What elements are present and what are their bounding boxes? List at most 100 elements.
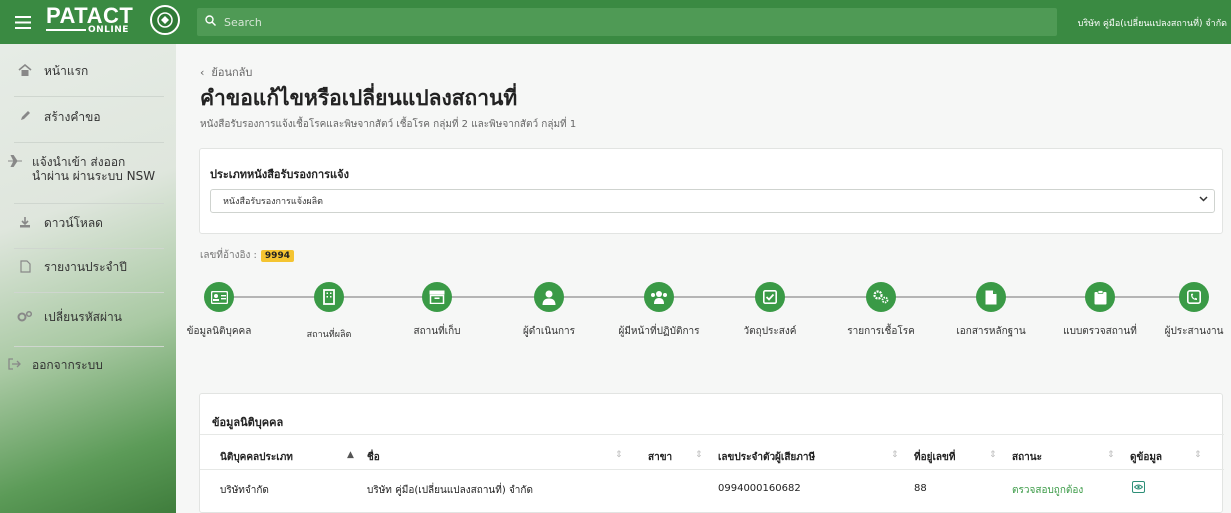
step-label: ผู้ประสานงาน — [1164, 326, 1224, 337]
page-subtitle: หนังสือรับรองการแจ้งเชื้อโรคและพิษจากสัต… — [200, 119, 577, 130]
cert-type-value: หนังสือรับรองการแจ้งผลิต — [223, 197, 323, 207]
column-header-address-no[interactable]: ที่อยู่เลขที่ — [914, 450, 955, 465]
step-label: วัตถุประสงค์ — [743, 326, 797, 337]
cell-type: บริษัทจำกัด — [220, 485, 269, 496]
column-header-view[interactable]: ดูข้อมูล — [1130, 450, 1162, 465]
chevron-left-icon: ‹ — [200, 66, 205, 79]
step-evidence-documents[interactable]: เอกสารหลักฐาน — [936, 282, 1046, 339]
sidebar-divider — [14, 346, 164, 347]
step-pathogen-list[interactable]: รายการเชื้อโรค — [826, 282, 936, 339]
sidebar-item-logout[interactable]: ออกจากระบบ — [0, 358, 176, 374]
step-storage-site[interactable]: สถานที่เก็บ — [382, 282, 492, 339]
sort-icon[interactable]: ⇕ — [891, 450, 899, 460]
search-bar[interactable] — [197, 8, 1057, 36]
entity-info-card: ข้อมูลนิติบุคคล นิติบุคคลประเภท ▲ ชื่อ ⇕… — [199, 393, 1224, 513]
step-coordinator[interactable]: ผู้ประสานงาน — [1139, 282, 1231, 339]
hamburger-menu-icon[interactable] — [0, 15, 46, 29]
logo-online-text: ONLINE — [88, 25, 129, 35]
search-icon — [205, 15, 216, 29]
department-seal-icon — [150, 5, 180, 35]
cert-type-select[interactable]: หนังสือรับรองการแจ้งผลิต — [210, 189, 1215, 213]
clipboard-icon — [1085, 282, 1115, 312]
column-header-type[interactable]: นิติบุคคลประเภท — [220, 450, 293, 465]
user-icon — [534, 282, 564, 312]
chevron-down-icon — [1199, 194, 1208, 206]
sidebar-item-annual-report[interactable]: รายงานประจำปี — [0, 260, 176, 277]
step-label: ข้อมูลนิติบุคคล — [186, 326, 252, 337]
reference-badge: 9994 — [260, 249, 294, 262]
row-divider — [200, 469, 1224, 470]
column-header-branch[interactable]: สาขา — [648, 450, 672, 465]
page-title: คำขอแก้ไขหรือเปลี่ยนแปลงสถานที่ — [200, 86, 518, 110]
step-entity-info[interactable]: ข้อมูลนิติบุคคล — [164, 282, 274, 339]
cell-tax-id: 0994000160682 — [718, 483, 801, 494]
column-header-tax-id[interactable]: เลขประจำตัวผู้เสียภาษี — [718, 450, 815, 465]
airplane-icon — [4, 154, 26, 171]
sidebar-item-label: สร้างคำขอ — [44, 110, 101, 124]
sidebar-divider — [14, 292, 164, 293]
cert-type-card: ประเภทหนังสือรับรองการแจ้ง หนังสือรับรอง… — [199, 148, 1223, 234]
logo-underline — [46, 29, 86, 31]
sidebar-divider — [14, 248, 164, 249]
sidebar-item-nsw[interactable]: แจ้งนำเข้า ส่งออก นำผ่าน ผ่านระบบ NSW — [0, 154, 176, 183]
step-label: สถานที่เก็บ — [413, 326, 461, 337]
sort-asc-icon[interactable]: ▲ — [347, 450, 354, 460]
step-label: ผู้ดำเนินการ — [522, 326, 576, 337]
id-card-icon — [204, 282, 234, 312]
step-label: รายการเชื้อโรค — [847, 326, 915, 337]
card-divider — [200, 434, 1224, 435]
sort-icon[interactable]: ⇕ — [695, 450, 703, 460]
sidebar-item-label: รายงานประจำปี — [44, 260, 127, 274]
step-responsible-persons[interactable]: ผู้มีหน้าที่ปฏิบัติการ — [604, 282, 714, 339]
step-label: ผู้มีหน้าที่ปฏิบัติการ — [618, 326, 700, 337]
sidebar-item-create-request[interactable]: สร้างคำขอ — [0, 110, 176, 126]
sidebar-item-label: หน้าแรก — [44, 64, 89, 78]
step-label: สถานที่ผลิต — [306, 330, 352, 340]
cell-status: ตรวจสอบถูกต้อง — [1012, 485, 1084, 496]
sign-out-icon — [4, 358, 26, 374]
step-objective[interactable]: วัตถุประสงค์ — [715, 282, 825, 339]
check-square-icon — [755, 282, 785, 312]
column-header-status[interactable]: สถานะ — [1012, 450, 1042, 465]
eye-icon[interactable] — [1132, 481, 1145, 493]
cert-type-title: ประเภทหนังสือรับรองการแจ้ง — [210, 168, 349, 181]
sort-icon[interactable]: ⇕ — [1194, 450, 1202, 460]
sort-icon[interactable]: ⇕ — [989, 450, 997, 460]
file-icon — [14, 260, 36, 277]
phone-icon — [1179, 282, 1209, 312]
back-link[interactable]: ‹ ย้อนกลับ — [200, 63, 252, 81]
company-name[interactable]: บริษัท คู่มือ(เปลี่ยนแปลงสถานที่) จำกัด — [1078, 16, 1227, 30]
step-operator[interactable]: ผู้ดำเนินการ — [494, 282, 604, 339]
top-navbar: PATACT ONLINE บริษัท คู่มือ(เปลี่ยนแปลงส… — [0, 0, 1231, 44]
users-icon — [644, 282, 674, 312]
archive-box-icon — [422, 282, 452, 312]
main-content: ‹ ย้อนกลับ คำขอแก้ไขหรือเปลี่ยนแปลงสถานท… — [176, 44, 1231, 513]
sidebar-item-change-password[interactable]: เปลี่ยนรหัสผ่าน — [0, 310, 176, 326]
sort-icon[interactable]: ⇕ — [1107, 450, 1115, 460]
sidebar-divider — [14, 96, 164, 97]
wizard-stepper: ข้อมูลนิติบุคคล สถานที่ผลิต สถานที่เก็บ … — [176, 277, 1231, 347]
sort-icon[interactable]: ⇕ — [615, 450, 623, 460]
back-label: ย้อนกลับ — [211, 66, 253, 79]
download-icon — [14, 216, 36, 232]
step-label: เอกสารหลักฐาน — [956, 326, 1026, 337]
sidebar-divider — [14, 142, 164, 143]
reference-number: เลขที่อ้างอิง : 9994 — [200, 248, 294, 263]
sidebar: หน้าแรก สร้างคำขอ แจ้งนำเข้า ส่งออก นำผ่… — [0, 44, 176, 513]
cell-address-no: 88 — [914, 483, 927, 494]
column-header-name[interactable]: ชื่อ — [367, 450, 380, 465]
search-input[interactable] — [224, 15, 1024, 29]
sidebar-divider — [14, 203, 164, 204]
sidebar-item-download[interactable]: ดาวน์โหลด — [0, 216, 176, 232]
sidebar-item-label: ดาวน์โหลด — [44, 216, 103, 230]
step-production-site[interactable]: สถานที่ผลิต — [274, 282, 384, 341]
pencil-icon — [14, 110, 36, 126]
sidebar-item-label: ออกจากระบบ — [32, 358, 103, 372]
patact-logo[interactable]: PATACT ONLINE — [46, 0, 180, 44]
sidebar-item-home[interactable]: หน้าแรก — [0, 63, 176, 80]
reference-label: เลขที่อ้างอิง : — [200, 250, 257, 261]
sidebar-item-label: เปลี่ยนรหัสผ่าน — [44, 310, 122, 324]
cogs-icon — [866, 282, 896, 312]
home-icon — [14, 63, 36, 80]
entity-info-title: ข้อมูลนิติบุคคล — [212, 416, 284, 429]
